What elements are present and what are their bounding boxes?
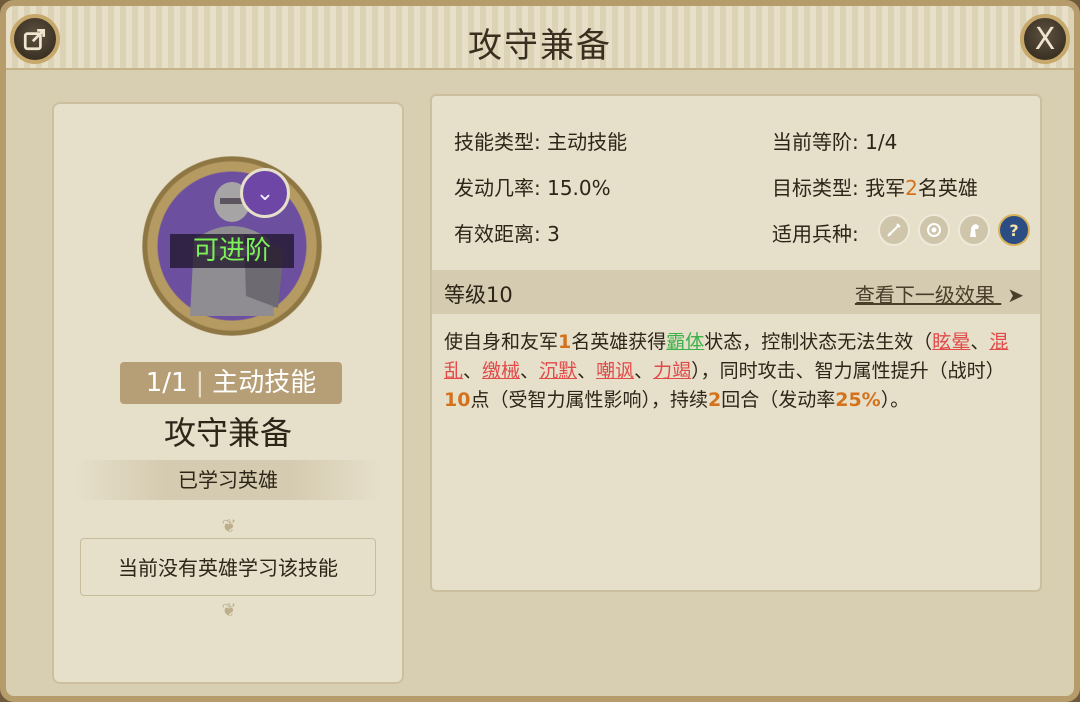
target-type-suffix: 名英雄	[917, 176, 978, 200]
skill-count: 1/1	[145, 368, 188, 398]
status-exhaust-link[interactable]: 力竭	[653, 360, 691, 382]
pill-divider: |	[195, 368, 205, 398]
no-hero-message: 当前没有英雄学习该技能	[80, 538, 376, 596]
ornament-top-icon: ❦	[221, 516, 237, 537]
level-label: 等级10	[444, 283, 513, 307]
sword-icon[interactable]	[878, 214, 910, 246]
skill-description: 使自身和友军1名英雄获得霸体状态，控制状态无法生效（眩晕、混乱、缴械、沉默、嘲讽…	[444, 331, 1009, 411]
current-rank-value: 1/4	[865, 130, 898, 154]
expand-button[interactable]: ⌄	[240, 168, 290, 218]
chevron-down-icon: ⌄	[255, 180, 275, 206]
skill-emblem[interactable]: 可进阶	[142, 156, 322, 336]
status-disarm-link[interactable]: 缴械	[482, 360, 520, 382]
effective-range-label: 有效距离:	[454, 222, 541, 246]
dialog-title: 攻守兼备	[468, 26, 612, 66]
dialog-header: 攻守兼备 X	[6, 6, 1074, 70]
status-taunt-link[interactable]: 嘲讽	[596, 360, 634, 382]
effective-range-value: 3	[547, 222, 560, 246]
close-button[interactable]: X	[1020, 14, 1070, 64]
skill-type-row: 技能类型: 主动技能	[454, 126, 627, 155]
close-icon: X	[1034, 21, 1056, 57]
skill-level-pill: 1/1 | 主动技能	[120, 362, 342, 404]
status-silence-link[interactable]: 沉默	[539, 360, 577, 382]
troop-icons: ?	[878, 214, 1030, 246]
skill-card: 可进阶 ⌄ 1/1 | 主动技能 攻守兼备 已学习英雄 ❦ 当前没有英雄学习该技能 …	[52, 102, 404, 684]
trigger-rate-label: 发动几率:	[454, 176, 541, 200]
skill-dialog: 攻守兼备 X 可进阶 ⌄ 1/1 | 主动技能 攻守兼备 已学习英雄 ❦ 当前没有英…	[0, 0, 1080, 702]
skill-kind: 主动技能	[212, 368, 317, 398]
trigger-rate-row: 发动几率: 15.0%	[454, 172, 611, 201]
effective-range-row: 有效距离: 3	[454, 218, 560, 247]
arrow-right-icon: ➤	[1007, 283, 1024, 307]
level-bar: 等级10 查看下一级效果 ➤	[432, 270, 1040, 314]
skill-type-value: 主动技能	[547, 130, 628, 154]
troop-type-label: 适用兵种:	[772, 222, 859, 246]
learned-heroes-header: 已学习英雄	[74, 460, 382, 500]
current-rank-label: 当前等阶:	[772, 130, 859, 154]
question-icon[interactable]: ?	[998, 214, 1030, 246]
status-stun-link[interactable]: 眩晕	[932, 331, 970, 353]
trigger-rate-value: 15.0%	[547, 176, 611, 200]
target-type-row: 目标类型: 我军2名英雄	[772, 172, 978, 201]
status-superarmor-link[interactable]: 霸体	[666, 331, 704, 353]
horse-icon[interactable]	[958, 214, 990, 246]
next-level-link[interactable]: 查看下一级效果 ➤	[855, 279, 1024, 308]
ornament-bottom-icon: ❦	[221, 600, 237, 621]
current-rank-row: 当前等阶: 1/4	[772, 126, 897, 155]
bow-icon[interactable]	[918, 214, 950, 246]
target-type-prefix: 我军	[865, 176, 906, 200]
skill-name: 攻守兼备	[163, 414, 292, 452]
target-count: 2	[905, 176, 918, 200]
target-type-label: 目标类型:	[772, 176, 859, 200]
skill-type-label: 技能类型:	[454, 130, 541, 154]
next-level-link-text: 查看下一级效果	[854, 283, 995, 307]
skill-info-panel: 技能类型: 主动技能 当前等阶: 1/4 发动几率: 15.0% 目标类型: 我…	[430, 94, 1042, 592]
advance-tag: 可进阶	[170, 234, 294, 268]
troop-type-row: 适用兵种:	[772, 218, 859, 247]
